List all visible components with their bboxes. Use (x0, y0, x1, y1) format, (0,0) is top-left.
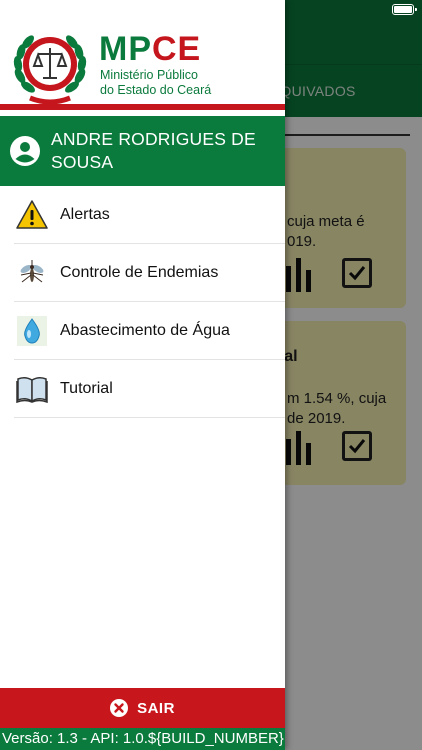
user-name: ANDRE RODRIGUES DE SOUSA (51, 129, 256, 172)
menu-item-controle-endemias[interactable]: Controle de Endemias (14, 244, 285, 302)
version-text: Versão: 1.3 - API: 1.0.${BUILD_NUMBER} (2, 730, 284, 747)
logout-label: SAIR (137, 699, 175, 717)
logo-subtitle-line2: do Estado do Ceará (100, 83, 212, 97)
user-profile-bar[interactable]: ANDRE RODRIGUES DE SOUSA (0, 116, 285, 186)
logo-area: MPCE Ministério Público do Estado do Cea… (0, 0, 285, 105)
account-circle-icon (10, 136, 40, 166)
menu-item-alertas[interactable]: Alertas (14, 186, 285, 244)
logo-title: MPCE (99, 32, 201, 66)
navigation-drawer: MPCE Ministério Público do Estado do Cea… (0, 0, 285, 750)
logo-subtitle-line1: Ministério Público (100, 68, 198, 82)
mpce-seal-icon (13, 35, 87, 105)
logo-title-ce: CE (152, 30, 202, 68)
water-drop-icon (16, 315, 48, 347)
battery-icon (392, 4, 417, 15)
close-circle-icon (110, 699, 129, 717)
book-icon (16, 373, 48, 405)
version-bar: Versão: 1.3 - API: 1.0.${BUILD_NUMBER} (0, 728, 285, 750)
warning-icon (16, 199, 48, 231)
mosquito-icon (16, 257, 48, 289)
logo-subtitle: Ministério Público do Estado do Ceará (100, 68, 211, 98)
menu-label: Tutorial (60, 379, 113, 397)
logo-title-mp: MP (99, 30, 152, 68)
menu-label: Abastecimento de Água (60, 321, 230, 339)
menu-label: Controle de Endemias (60, 263, 219, 281)
logout-button[interactable]: SAIR (0, 688, 285, 728)
drawer-menu: Alertas Controle de Endemias Abastecimen… (0, 186, 285, 418)
menu-item-abastecimento-agua[interactable]: Abastecimento de Água (14, 302, 285, 360)
menu-item-tutorial[interactable]: Tutorial (14, 360, 285, 418)
logo-divider (0, 104, 285, 110)
menu-label: Alertas (60, 205, 110, 223)
